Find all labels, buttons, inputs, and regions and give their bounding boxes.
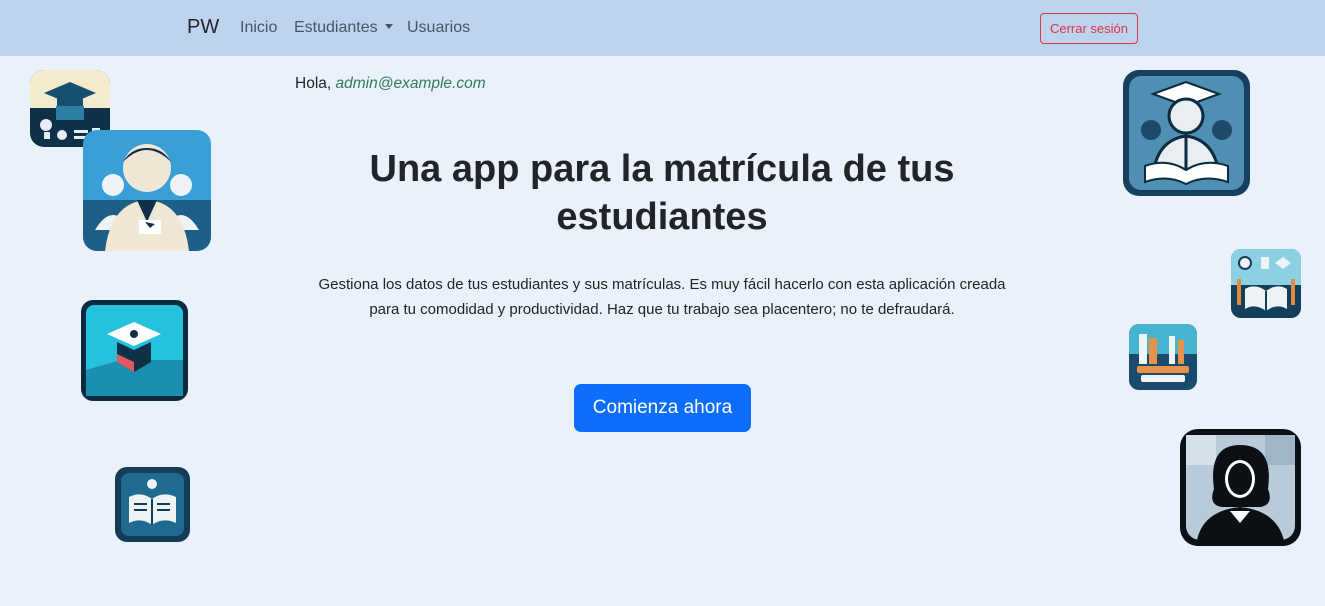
user-email: admin@example.com <box>335 75 486 92</box>
hero-description: Gestiona los datos de tus estudiantes y … <box>318 276 1006 318</box>
open-book-icon <box>115 467 190 542</box>
nav-usuarios[interactable]: Usuarios <box>407 19 470 37</box>
books-pencils-icon <box>1129 324 1197 390</box>
nav-estudiantes-label: Estudiantes <box>294 19 378 36</box>
greeting-prefix: Hola, <box>295 75 336 92</box>
graduate-reading-icon <box>1123 70 1250 196</box>
study-tools-icon <box>1231 249 1301 318</box>
navbar: PW Inicio Estudiantes Usuarios Cerrar se… <box>0 0 1325 56</box>
chevron-down-icon <box>384 24 393 29</box>
get-started-button[interactable]: Comienza ahora <box>574 384 751 432</box>
logout-button[interactable]: Cerrar sesión <box>1040 13 1138 44</box>
hero-title: Una app para la matrícula de tus estudia… <box>369 148 955 238</box>
nav-inicio[interactable]: Inicio <box>240 19 277 37</box>
student-group-icon <box>83 130 211 251</box>
graduation-cap-icon <box>81 300 188 401</box>
greeting: Hola, admin@example.com <box>295 75 486 93</box>
nav-estudiantes-dropdown[interactable]: Estudiantes <box>294 19 393 37</box>
brand-link[interactable]: PW <box>187 16 219 39</box>
female-avatar-icon <box>1180 429 1301 546</box>
